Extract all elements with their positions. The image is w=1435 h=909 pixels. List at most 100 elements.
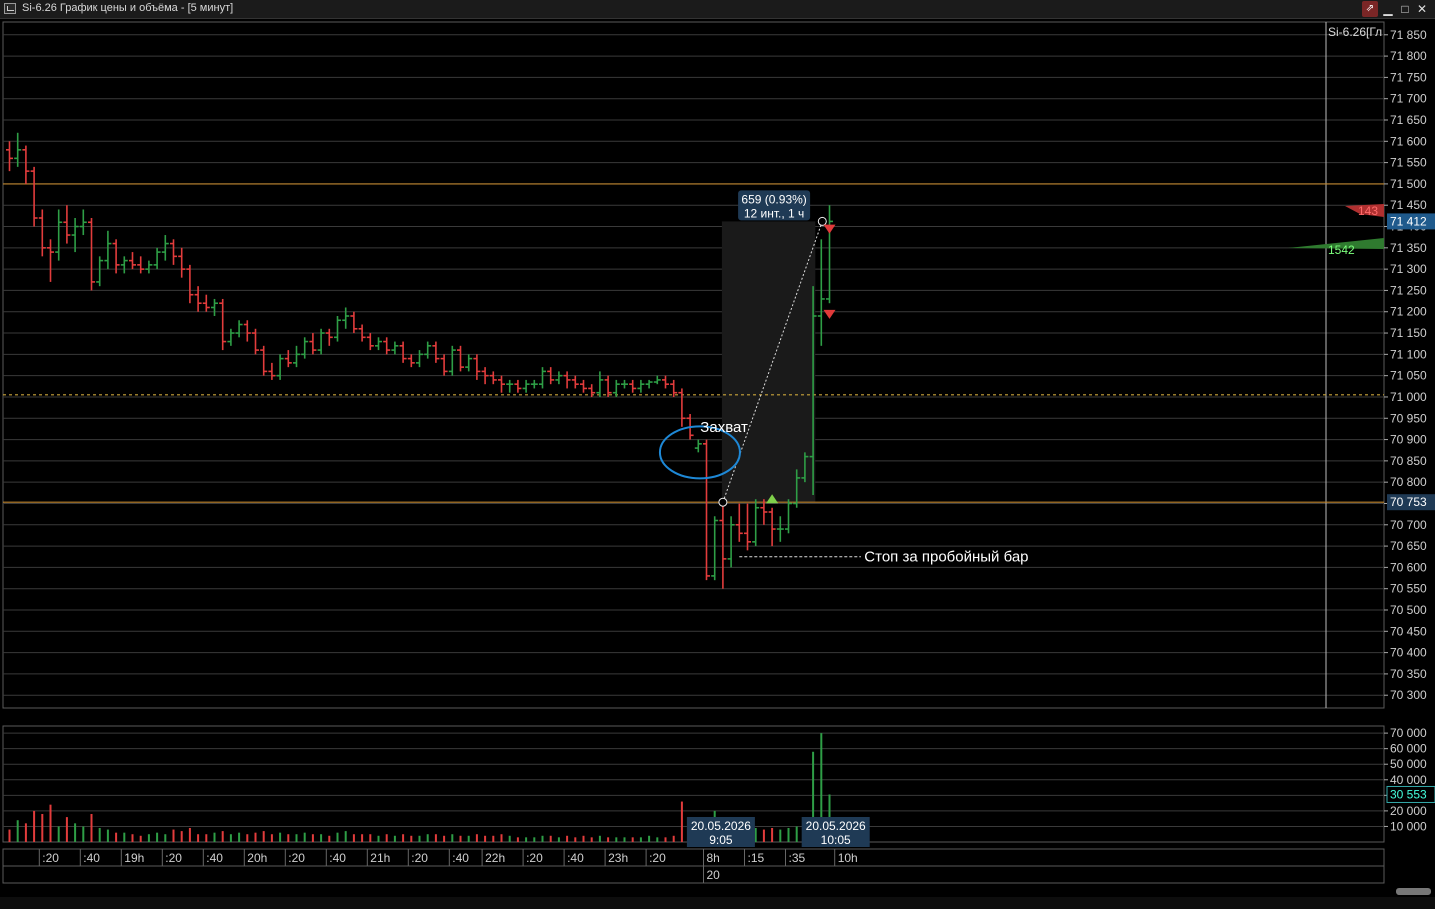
- volume-bar: [762, 829, 765, 842]
- volume-bar: [656, 837, 659, 842]
- volume-tick-label: 40 000: [1390, 773, 1427, 787]
- time-tick-label: :20: [165, 851, 182, 865]
- volume-bar: [795, 826, 798, 842]
- volume-bar: [65, 817, 68, 842]
- volume-bar: [607, 837, 610, 842]
- time-tick-label: :20: [288, 851, 305, 865]
- volume-bar: [615, 837, 618, 842]
- price-tick-label: 71 650: [1390, 113, 1427, 127]
- price-tick-label: 71 550: [1390, 156, 1427, 170]
- volume-bar: [147, 834, 150, 842]
- volume-bar: [393, 835, 396, 842]
- measure-start-point: [718, 497, 728, 507]
- volume-bar: [238, 832, 241, 842]
- volume-bar: [369, 834, 372, 842]
- volume-bar: [443, 835, 446, 842]
- volume-bar: [131, 834, 134, 842]
- price-tick-label: 70 500: [1390, 603, 1427, 617]
- time-tick-label: :15: [748, 851, 765, 865]
- price-tick-label: 70 900: [1390, 433, 1427, 447]
- profile-buy-label: 1542: [1328, 243, 1355, 257]
- volume-bar: [541, 835, 544, 842]
- time-tick-label: 23h: [608, 851, 628, 865]
- volume-bar: [451, 834, 454, 842]
- measure-area: [721, 221, 816, 503]
- volume-bar: [344, 831, 347, 842]
- measure-end-point: [817, 216, 827, 226]
- current-volume-label: 30 553: [1390, 787, 1427, 801]
- time-tick-label: 20h: [247, 851, 267, 865]
- volume-tick-label: 20 000: [1390, 804, 1427, 818]
- volume-bar: [57, 826, 60, 842]
- time-tick-label: :40: [329, 851, 346, 865]
- volume-bar: [631, 837, 634, 842]
- time-tick-label: 21h: [370, 851, 390, 865]
- time-tick-label: 19h: [124, 851, 144, 865]
- volume-bar: [361, 834, 364, 842]
- time-tick-label: 8h: [707, 851, 720, 865]
- time-tick-label: :40: [206, 851, 223, 865]
- volume-bar: [516, 837, 519, 842]
- volume-bar: [467, 835, 470, 842]
- price-tick-label: 71 150: [1390, 326, 1427, 340]
- volume-bar: [287, 834, 290, 842]
- volume-bar: [205, 834, 208, 842]
- time-tick-label: :40: [452, 851, 469, 865]
- time-tick-label: :20: [411, 851, 428, 865]
- price-tick-label: 70 650: [1390, 539, 1427, 553]
- price-tick-label: 70 350: [1390, 667, 1427, 681]
- volume-bar: [525, 837, 528, 842]
- horizontal-scrollbar[interactable]: [1396, 888, 1431, 895]
- volume-bar: [270, 834, 273, 842]
- volume-bar: [8, 829, 11, 842]
- cursor-time: 9:05: [709, 833, 733, 847]
- volume-bar: [402, 834, 405, 842]
- price-volume-chart[interactable]: 71 850 71 800 71 750 71 700 71 650 71 600 71 5…: [0, 0, 1435, 909]
- volume-bar: [74, 823, 77, 842]
- volume-bar: [434, 834, 437, 842]
- volume-bar: [49, 804, 52, 842]
- volume-bar: [123, 832, 126, 842]
- volume-bar: [16, 820, 19, 842]
- price-tick-label: 71 500: [1390, 177, 1427, 191]
- measure-interval-label: 12 инт., 1 ч: [744, 206, 804, 220]
- instrument-label: Si-6.26[Гл: [1328, 25, 1382, 39]
- profile-sell-label: 143: [1358, 204, 1378, 218]
- volume-bar: [680, 801, 683, 842]
- price-tick-label: 70 550: [1390, 582, 1427, 596]
- volume-bar: [279, 832, 282, 842]
- volume-bar: [598, 835, 601, 842]
- volume-bar: [303, 832, 306, 842]
- price-tick-label: 70 450: [1390, 624, 1427, 638]
- volume-bar: [336, 832, 339, 842]
- price-tick-label: 71 300: [1390, 262, 1427, 276]
- time-tick-label: :20: [649, 851, 666, 865]
- volume-bar: [459, 835, 462, 842]
- time-tick-label: :40: [567, 851, 584, 865]
- price-tick-label: 70 400: [1390, 646, 1427, 660]
- volume-bar: [492, 835, 495, 842]
- time-tick-label: :40: [83, 851, 100, 865]
- price-tick-label: 71 200: [1390, 305, 1427, 319]
- price-tick-label: 71 250: [1390, 283, 1427, 297]
- volume-bar: [188, 828, 191, 842]
- volume-bar: [385, 834, 388, 842]
- price-tick-label: 70 850: [1390, 454, 1427, 468]
- price-tick-label: 71 750: [1390, 70, 1427, 84]
- reference-price-label: 70 753: [1390, 495, 1427, 509]
- volume-bar: [254, 832, 257, 842]
- volume-bar: [566, 835, 569, 842]
- volume-tick-label: 60 000: [1390, 742, 1427, 756]
- volume-bar: [508, 835, 511, 842]
- price-tick-label: 71 100: [1390, 347, 1427, 361]
- volume-bar: [328, 835, 331, 842]
- volume-bar: [672, 835, 675, 842]
- time-tick-label: :35: [789, 851, 806, 865]
- volume-bar: [426, 834, 429, 842]
- cursor-date: 20.05.2026: [806, 819, 866, 833]
- volume-tick-label: 70 000: [1390, 726, 1427, 740]
- price-tick-label: 71 700: [1390, 92, 1427, 106]
- current-price-label: 71 412: [1390, 214, 1427, 228]
- price-tick-label: 71 450: [1390, 198, 1427, 212]
- volume-bar: [484, 835, 487, 842]
